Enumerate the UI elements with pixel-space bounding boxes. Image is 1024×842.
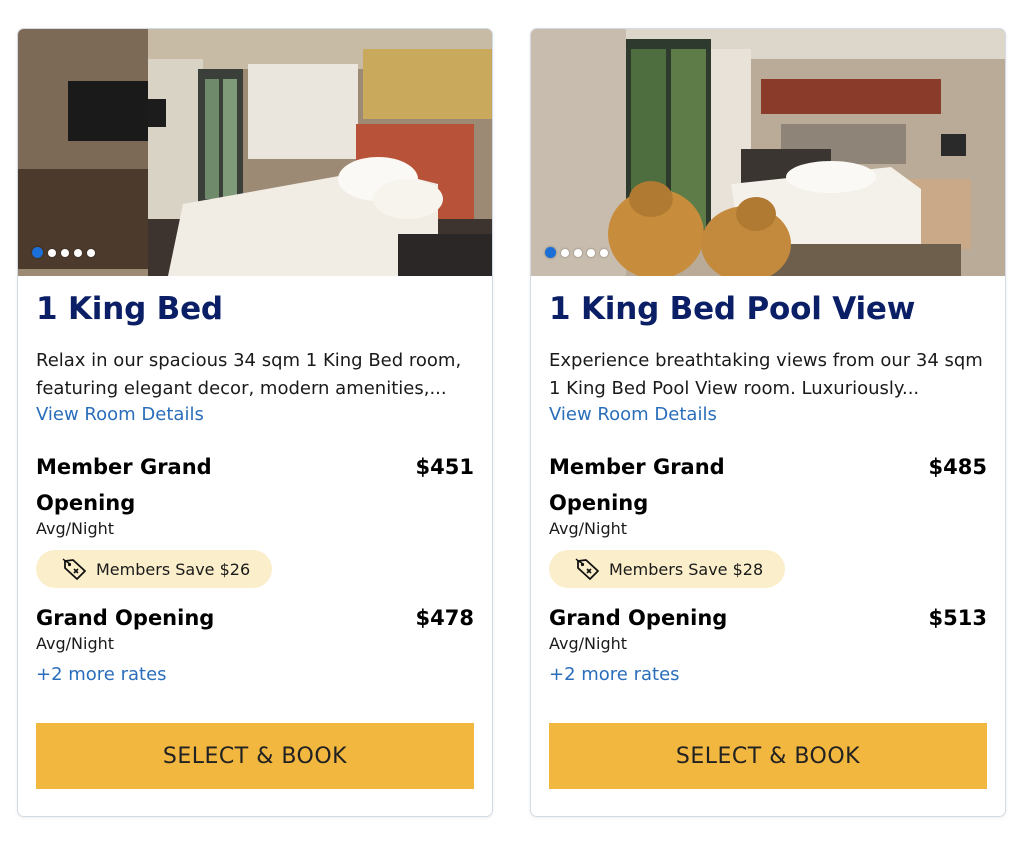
room-title: 1 King Bed [36, 291, 223, 327]
rate-name: Member Grand Opening [36, 455, 212, 515]
rate-row: Member Grand Opening $451 [36, 449, 474, 521]
rate-price: $451 [415, 455, 474, 479]
discount-tag-icon [62, 558, 86, 580]
carousel-dot[interactable] [32, 247, 43, 258]
rate-per-night: Avg/Night [549, 519, 628, 538]
carousel-dot[interactable] [561, 248, 569, 257]
more-rates-link[interactable]: +2 more rates [36, 663, 474, 687]
rate-per-night: Avg/Night [36, 519, 115, 538]
carousel-dot[interactable] [74, 248, 82, 257]
room-photo [531, 29, 1005, 276]
rate-per-night: Avg/Night [549, 634, 628, 653]
rate-row: Member Grand Opening $485 [549, 449, 987, 521]
carousel-dot[interactable] [574, 248, 582, 257]
rate-row: Grand Opening $478 [36, 600, 474, 636]
rate-price: $485 [928, 455, 987, 479]
view-room-details-link[interactable]: View Room Details [549, 403, 987, 427]
select-and-book-button[interactable]: SELECT & BOOK [36, 723, 474, 789]
room-photo [18, 29, 492, 276]
view-room-details-link[interactable]: View Room Details [36, 403, 474, 427]
member-savings-badge: Members Save $28 [549, 550, 786, 588]
room-description: Relax in our spacious 34 sqm 1 King Bed … [36, 350, 462, 399]
rate-price: $513 [928, 606, 987, 630]
rate-name: Member Grand Opening [549, 455, 725, 515]
rate-name: Grand Opening [36, 606, 215, 630]
carousel-dot[interactable] [61, 248, 69, 257]
carousel-dot[interactable] [87, 248, 95, 257]
rate-row: Grand Opening $513 [549, 600, 987, 636]
room-title: 1 King Bed Pool View [549, 291, 916, 327]
carousel-dot[interactable] [600, 248, 608, 257]
carousel-dot[interactable] [48, 248, 56, 257]
carousel-dot[interactable] [587, 248, 595, 257]
room-card: 1 King Bed Relax in our spacious 34 sqm … [17, 28, 493, 817]
carousel-dots [32, 247, 95, 258]
rate-name: Grand Opening [549, 606, 728, 630]
room-card: 1 King Bed Pool View Experience breathta… [530, 28, 1006, 817]
rate-price: $478 [415, 606, 474, 630]
more-rates-link[interactable]: +2 more rates [549, 663, 987, 687]
room-photo-carousel[interactable] [531, 29, 1005, 276]
member-savings-badge: Members Save $26 [36, 550, 273, 588]
badge-text: Members Save $28 [609, 559, 764, 579]
badge-text: Members Save $26 [96, 559, 251, 579]
room-description: Experience breathtaking views from our 3… [549, 350, 983, 399]
room-photo-carousel[interactable] [18, 29, 492, 276]
discount-tag-icon [575, 558, 599, 580]
carousel-dots [545, 247, 608, 258]
rate-per-night: Avg/Night [36, 634, 115, 653]
select-and-book-button[interactable]: SELECT & BOOK [549, 723, 987, 789]
carousel-dot[interactable] [545, 247, 556, 258]
